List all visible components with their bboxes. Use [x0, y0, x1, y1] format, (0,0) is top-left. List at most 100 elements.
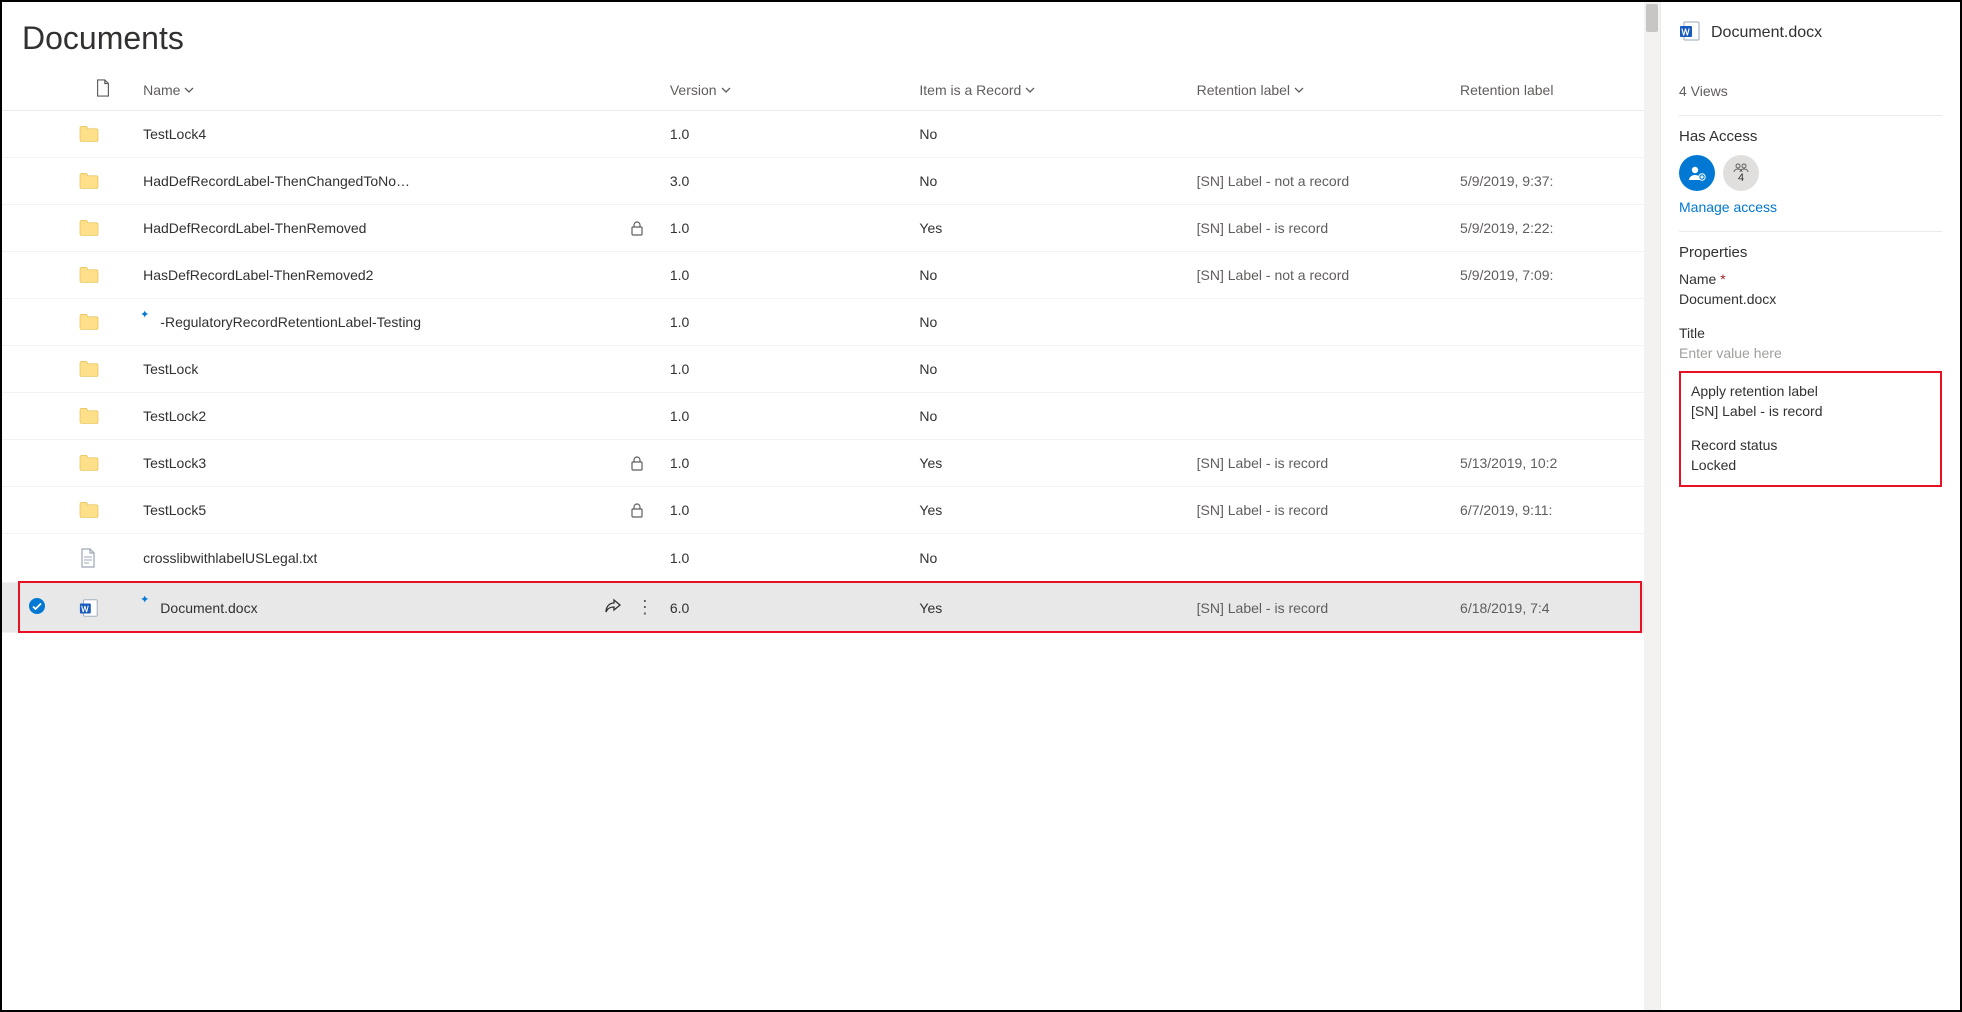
cell-applied: 5/9/2019, 2:22:: [1452, 205, 1660, 252]
chevron-down-icon: [1025, 82, 1035, 98]
retention-label-label: Apply retention label: [1691, 383, 1930, 399]
cell-record: No: [911, 534, 1188, 583]
cell-version: 1.0: [662, 393, 912, 440]
cell-version: 3.0: [662, 158, 912, 205]
cell-label: [1189, 111, 1452, 158]
table-row[interactable]: HadDefRecordLabel-ThenChangedToNonR... 3.…: [2, 158, 1660, 205]
folder-icon: [79, 313, 127, 331]
chevron-down-icon: [184, 82, 194, 98]
column-header-retention-applied[interactable]: Retention label: [1460, 82, 1553, 98]
item-name[interactable]: HadDefRecordLabel-ThenRemoved: [143, 220, 366, 236]
cell-record: Yes: [911, 487, 1188, 534]
has-access-heading: Has Access: [1679, 128, 1942, 145]
views-count: 4 Views: [1679, 83, 1942, 99]
cell-record: No: [911, 158, 1188, 205]
table-row[interactable]: TestLock5 1.0Yes[SN] Label - is record6/7…: [2, 487, 1660, 534]
cell-label: [SN] Label - is record: [1189, 205, 1452, 252]
lock-icon: [630, 455, 644, 471]
cell-applied: [1452, 299, 1660, 346]
cell-label: [SN] Label - is record: [1189, 583, 1452, 633]
word-file-icon: [1679, 20, 1701, 45]
vertical-scrollbar[interactable]: [1644, 2, 1660, 1010]
name-field-value[interactable]: Document.docx: [1679, 291, 1942, 307]
cell-applied: 5/9/2019, 9:37:: [1452, 158, 1660, 205]
manage-access-link[interactable]: Manage access: [1679, 199, 1942, 215]
cell-version: 1.0: [662, 487, 912, 534]
new-indicator-icon: ✦: [140, 593, 149, 606]
table-row[interactable]: ✦ -RegulatoryRecordRetentionLabel-Testing…: [2, 299, 1660, 346]
cell-label: [SN] Label - is record: [1189, 487, 1452, 534]
cell-version: 1.0: [662, 252, 912, 299]
record-status-label: Record status: [1691, 437, 1930, 453]
text-icon: [79, 548, 127, 568]
table-row[interactable]: HadDefRecordLabel-ThenRemoved1.0Yes[SN] …: [2, 205, 1660, 252]
cell-applied: 5/13/2019, 10:2: [1452, 440, 1660, 487]
column-header-record[interactable]: Item is a Record: [919, 82, 1035, 98]
cell-record: No: [911, 252, 1188, 299]
row-selected-icon[interactable]: [28, 602, 46, 618]
item-name[interactable]: HadDefRecordLabel-ThenChangedToNonR...: [143, 173, 413, 189]
word-icon: [79, 598, 127, 618]
table-row[interactable]: crosslibwithlabelUSLegal.txt1.0No: [2, 534, 1660, 583]
table-row[interactable]: TestLock3 1.0Yes[SN] Label - is record5/1…: [2, 440, 1660, 487]
cell-applied: 6/7/2019, 9:11:: [1452, 487, 1660, 534]
page-title: Documents: [2, 2, 1660, 69]
item-name[interactable]: TestLock5: [143, 502, 206, 518]
details-panel: Document.docx 4 Views Has Access 4 Manag…: [1660, 2, 1960, 1010]
cell-label: [1189, 299, 1452, 346]
column-header-name[interactable]: Name: [143, 82, 194, 98]
cell-label: [SN] Label - is record: [1189, 440, 1452, 487]
record-status-value[interactable]: Locked: [1691, 457, 1930, 473]
title-field-input[interactable]: Enter value here: [1679, 345, 1942, 361]
item-name[interactable]: TestLock4: [143, 126, 206, 142]
retention-label-value[interactable]: [SN] Label - is record: [1691, 403, 1930, 419]
item-name[interactable]: TestLock3: [143, 455, 206, 471]
new-indicator-icon: ✦: [140, 308, 149, 321]
folder-icon: [79, 501, 127, 519]
cell-record: Yes: [911, 205, 1188, 252]
cell-applied: 6/18/2019, 7:4: [1452, 583, 1660, 633]
cell-record: Yes: [911, 583, 1188, 633]
cell-version: 1.0: [662, 440, 912, 487]
panel-filename: Document.docx: [1711, 24, 1822, 42]
table-row[interactable]: TestLock1.0No: [2, 346, 1660, 393]
people-count-badge[interactable]: 4: [1723, 155, 1759, 191]
item-name[interactable]: TestLock2: [143, 408, 206, 424]
item-name[interactable]: TestLock: [143, 361, 198, 377]
file-type-column-icon[interactable]: [95, 84, 111, 100]
properties-heading: Properties: [1679, 244, 1942, 261]
cell-version: 6.0: [662, 583, 912, 633]
folder-icon: [79, 172, 127, 190]
lock-icon: [630, 502, 644, 518]
item-name[interactable]: Document.docx: [160, 600, 257, 616]
cell-record: No: [911, 299, 1188, 346]
column-header-version[interactable]: Version: [670, 82, 731, 98]
share-icon[interactable]: [604, 598, 622, 617]
more-actions-icon[interactable]: ⋮: [636, 597, 654, 618]
cell-applied: [1452, 534, 1660, 583]
folder-icon: [79, 219, 127, 237]
cell-label: [SN] Label - not a record: [1189, 158, 1452, 205]
table-row[interactable]: HasDefRecordLabel-ThenRemoved21.0No[SN] …: [2, 252, 1660, 299]
lock-icon: [630, 220, 644, 236]
table-row[interactable]: TestLock41.0No: [2, 111, 1660, 158]
add-person-button[interactable]: [1679, 155, 1715, 191]
cell-label: [1189, 393, 1452, 440]
cell-applied: 5/9/2019, 7:09:: [1452, 252, 1660, 299]
folder-icon: [79, 266, 127, 284]
chevron-down-icon: [1294, 82, 1304, 98]
column-header-retention-label[interactable]: Retention label: [1197, 82, 1304, 98]
item-name[interactable]: -RegulatoryRecordRetentionLabel-Testing: [160, 314, 421, 330]
cell-version: 1.0: [662, 299, 912, 346]
item-name[interactable]: crosslibwithlabelUSLegal.txt: [143, 550, 317, 566]
item-name[interactable]: HasDefRecordLabel-ThenRemoved2: [143, 267, 373, 283]
documents-table: Name Version Item is a Record Retention …: [2, 69, 1660, 633]
table-row[interactable]: TestLock2 1.0No: [2, 393, 1660, 440]
cell-applied: [1452, 111, 1660, 158]
cell-applied: [1452, 346, 1660, 393]
title-field-label: Title: [1679, 325, 1942, 341]
cell-record: Yes: [911, 440, 1188, 487]
cell-record: No: [911, 393, 1188, 440]
folder-icon: [79, 360, 127, 378]
table-row[interactable]: ✦ Document.docx ⋮ 6.0Yes[SN] Label - is rec…: [2, 583, 1660, 633]
